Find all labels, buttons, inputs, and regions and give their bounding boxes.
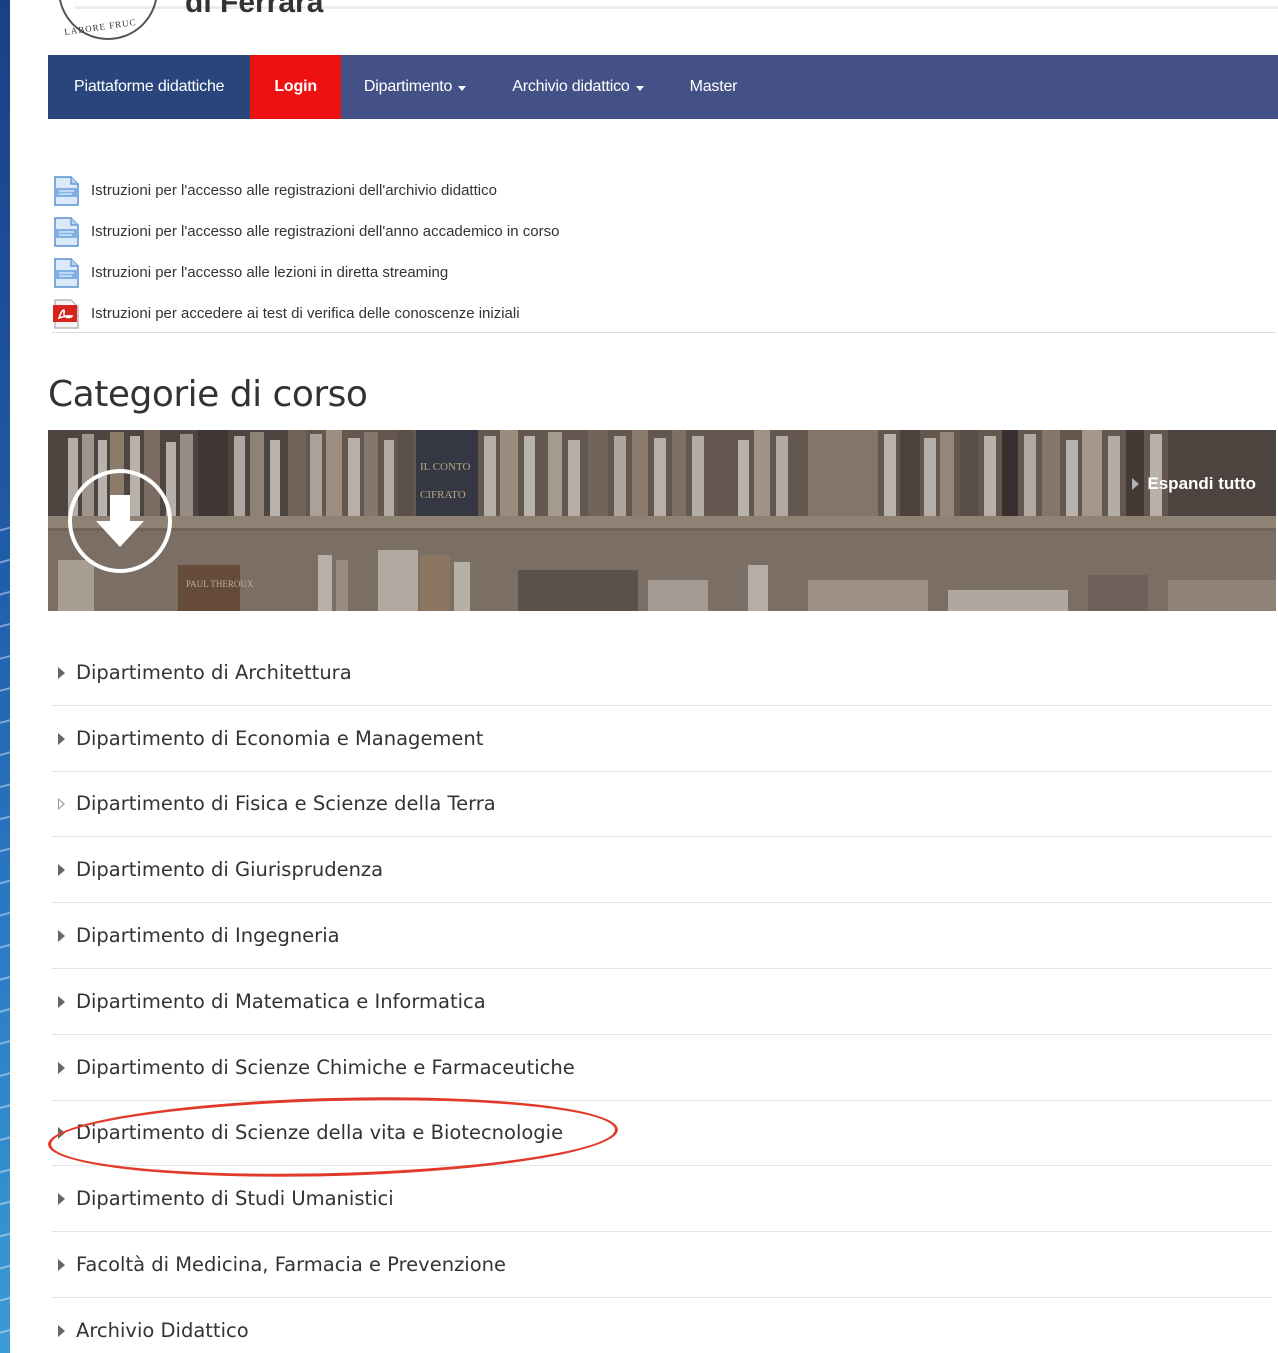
category-item[interactable]: Dipartimento di Studi Umanistici bbox=[52, 1166, 1272, 1233]
nav-archivio-didattico-dropdown[interactable]: Archivio didattico bbox=[489, 55, 666, 119]
category-label: Dipartimento di Economia e Management bbox=[76, 726, 484, 750]
category-label: Dipartimento di Ingegneria bbox=[76, 924, 340, 948]
expand-circle-button[interactable] bbox=[68, 469, 172, 573]
site-name[interactable]: di Ferrara bbox=[185, 0, 323, 20]
category-label: Dipartimento di Scienze Chimiche e Farma… bbox=[76, 1055, 575, 1079]
caret-right-icon bbox=[58, 666, 65, 679]
left-stripe-pattern bbox=[0, 500, 10, 1353]
doc-link-label: Istruzioni per l'accesso alle registrazi… bbox=[91, 223, 560, 240]
nav-piattaforme-didattiche[interactable]: Piattaforme didattiche bbox=[48, 55, 251, 119]
instructions-list: Istruzioni per l'accesso alle registrazi… bbox=[52, 170, 1276, 334]
category-label: Dipartimento di Architettura bbox=[76, 660, 352, 684]
doc-link-label: Istruzioni per accedere ai test di verif… bbox=[91, 305, 520, 322]
doc-link-label: Istruzioni per l'accesso alle registrazi… bbox=[91, 182, 497, 199]
doc-link-label: Istruzioni per l'accesso alle lezioni in… bbox=[91, 264, 449, 281]
nav-login[interactable]: Login bbox=[250, 55, 341, 119]
category-label: Facoltà di Medicina, Farmacia e Prevenzi… bbox=[76, 1253, 507, 1277]
section-divider bbox=[52, 332, 1276, 333]
category-item[interactable]: Dipartimento di Matematica e Informatica bbox=[52, 969, 1272, 1035]
category-item[interactable]: Dipartimento di Giurisprudenza bbox=[52, 837, 1272, 904]
bookshelf-illustration: IL CONTO CIFRATO bbox=[48, 430, 1276, 611]
doc-link-anno-accademico[interactable]: Istruzioni per l'accesso alle registrazi… bbox=[52, 211, 1276, 252]
category-item[interactable]: Facoltà di Medicina, Farmacia e Prevenzi… bbox=[52, 1232, 1272, 1298]
category-label: Dipartimento di Matematica e Informatica bbox=[76, 989, 486, 1013]
course-categories-banner: IL CONTO CIFRATO bbox=[48, 430, 1276, 611]
caret-right-icon bbox=[58, 732, 65, 745]
pdf-icon bbox=[52, 298, 80, 329]
main-navbar: Piattaforme didattiche Login Dipartiment… bbox=[48, 55, 1278, 119]
nav-dipartimento-dropdown[interactable]: Dipartimento bbox=[341, 55, 489, 119]
category-label: Dipartimento di Studi Umanistici bbox=[76, 1187, 394, 1211]
category-item[interactable]: Archivio Didattico bbox=[52, 1298, 1272, 1353]
page-title: Categorie di corso bbox=[48, 374, 368, 415]
category-label: Dipartimento di Scienze della vita e Bio… bbox=[76, 1121, 564, 1145]
caret-right-icon bbox=[58, 1193, 65, 1206]
arrow-down-icon bbox=[96, 495, 144, 547]
category-item[interactable]: Dipartimento di Fisica e Scienze della T… bbox=[52, 772, 1272, 838]
caret-right-icon bbox=[58, 1127, 65, 1140]
caret-down-icon bbox=[458, 85, 467, 91]
category-item[interactable]: Dipartimento di Scienze della vita e Bio… bbox=[52, 1101, 1272, 1167]
document-icon bbox=[52, 175, 80, 206]
caret-down-icon bbox=[635, 85, 644, 91]
nav-label: Piattaforme didattiche bbox=[74, 78, 225, 95]
caret-right-outline-icon bbox=[58, 798, 65, 811]
category-label: Dipartimento di Giurisprudenza bbox=[76, 858, 384, 882]
caret-right-icon bbox=[58, 1259, 65, 1272]
caret-right-icon bbox=[58, 864, 65, 877]
document-icon bbox=[52, 257, 80, 288]
expand-all-label: Espandi tutto bbox=[1147, 474, 1256, 493]
caret-right-icon bbox=[58, 1325, 65, 1338]
category-item[interactable]: Dipartimento di Architettura bbox=[52, 640, 1272, 706]
doc-link-streaming[interactable]: Istruzioni per l'accesso alle lezioni in… bbox=[52, 252, 1276, 293]
nav-master[interactable]: Master bbox=[667, 55, 761, 119]
nav-label: Archivio didattico bbox=[512, 78, 630, 95]
course-category-list: Dipartimento di Architettura Dipartiment… bbox=[52, 640, 1272, 1353]
category-label: Archivio Didattico bbox=[76, 1319, 249, 1343]
category-item[interactable]: Dipartimento di Economia e Management bbox=[52, 706, 1272, 772]
nav-label: Dipartimento bbox=[363, 78, 453, 95]
category-label: Dipartimento di Fisica e Scienze della T… bbox=[76, 792, 496, 816]
expand-arrow-icon bbox=[1132, 478, 1140, 490]
doc-link-archivio[interactable]: Istruzioni per l'accesso alle registrazi… bbox=[52, 170, 1276, 211]
expand-all-link[interactable]: Espandi tutto bbox=[1132, 474, 1256, 494]
nav-label: Master bbox=[689, 78, 738, 95]
category-item[interactable]: Dipartimento di Ingegneria bbox=[52, 903, 1272, 969]
nav-label: Login bbox=[274, 78, 317, 95]
category-item[interactable]: Dipartimento di Scienze Chimiche e Farma… bbox=[52, 1035, 1272, 1101]
caret-right-icon bbox=[58, 930, 65, 943]
document-icon bbox=[52, 216, 80, 247]
caret-right-icon bbox=[58, 995, 65, 1008]
caret-right-icon bbox=[58, 1061, 65, 1074]
doc-link-test-verifica[interactable]: Istruzioni per accedere ai test di verif… bbox=[52, 293, 1276, 334]
